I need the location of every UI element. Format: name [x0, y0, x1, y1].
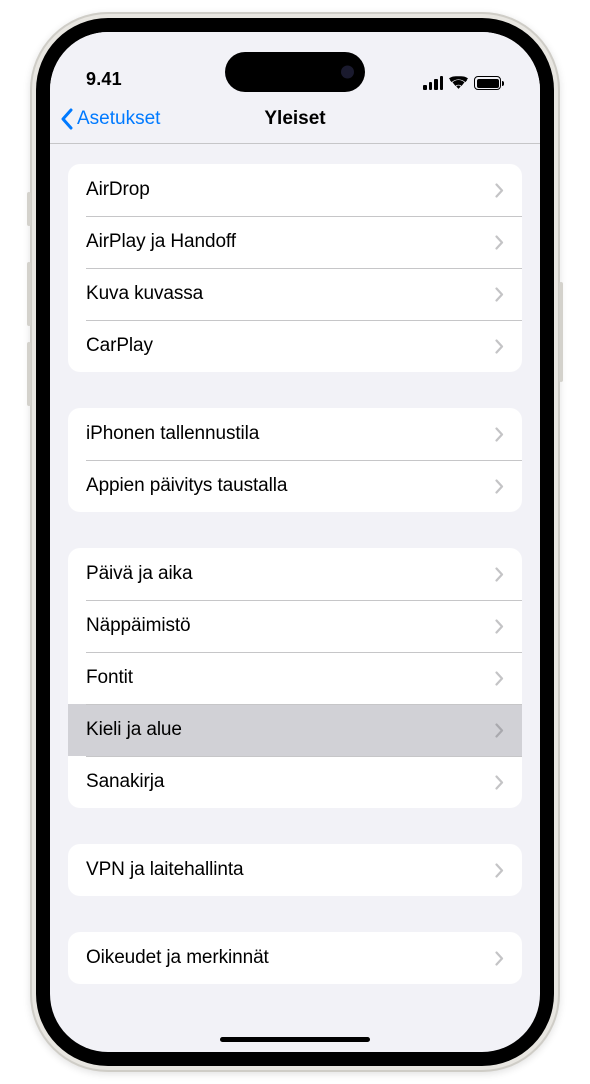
settings-row-label: CarPlay — [86, 335, 153, 357]
settings-row[interactable]: Appien päivitys taustalla — [68, 460, 522, 512]
chevron-right-icon — [495, 723, 504, 738]
status-time: 9.41 — [86, 69, 122, 90]
settings-row[interactable]: Näppäimistö — [68, 600, 522, 652]
settings-group: iPhonen tallennustila Appien päivitys tau… — [68, 408, 522, 512]
settings-row[interactable]: Sanakirja — [68, 756, 522, 808]
settings-group: AirDrop AirPlay ja Handoff Kuva kuvassa Car… — [68, 164, 522, 372]
chevron-right-icon — [495, 339, 504, 354]
settings-group: Oikeudet ja merkinnät — [68, 932, 522, 984]
front-camera-icon — [341, 66, 354, 79]
device-bezel: 9.41 — [36, 18, 554, 1066]
power-button — [559, 282, 563, 382]
battery-icon — [474, 76, 504, 90]
settings-row[interactable]: AirPlay ja Handoff — [68, 216, 522, 268]
silence-switch — [27, 192, 31, 226]
settings-row-label: AirDrop — [86, 179, 150, 201]
settings-row-label: Sanakirja — [86, 771, 164, 793]
chevron-right-icon — [495, 427, 504, 442]
chevron-right-icon — [495, 619, 504, 634]
settings-row[interactable]: Kuva kuvassa — [68, 268, 522, 320]
settings-row[interactable]: Päivä ja aika — [68, 548, 522, 600]
chevron-left-icon — [60, 108, 73, 130]
settings-row[interactable]: AirDrop — [68, 164, 522, 216]
settings-row-label: Kieli ja alue — [86, 719, 182, 741]
settings-row[interactable]: Fontit — [68, 652, 522, 704]
settings-row-label: Oikeudet ja merkinnät — [86, 947, 269, 969]
chevron-right-icon — [495, 235, 504, 250]
navigation-bar: Asetukset Yleiset — [50, 94, 540, 144]
settings-content[interactable]: AirDrop AirPlay ja Handoff Kuva kuvassa Car… — [50, 144, 540, 994]
settings-row[interactable]: Oikeudet ja merkinnät — [68, 932, 522, 984]
settings-row-label: VPN ja laitehallinta — [86, 859, 243, 881]
settings-row-label: Appien päivitys taustalla — [86, 475, 287, 497]
chevron-right-icon — [495, 671, 504, 686]
settings-row-label: Kuva kuvassa — [86, 283, 203, 305]
chevron-right-icon — [495, 567, 504, 582]
cellular-signal-icon — [423, 76, 443, 90]
chevron-right-icon — [495, 183, 504, 198]
chevron-right-icon — [495, 479, 504, 494]
chevron-right-icon — [495, 863, 504, 878]
screen: 9.41 — [50, 32, 540, 1052]
back-button[interactable]: Asetukset — [60, 108, 160, 130]
dynamic-island — [225, 52, 365, 92]
device-frame: 9.41 — [30, 12, 560, 1072]
settings-row-label: Näppäimistö — [86, 615, 191, 637]
settings-group: Päivä ja aika Näppäimistö Fontit Kieli ja a… — [68, 548, 522, 808]
settings-row[interactable]: CarPlay — [68, 320, 522, 372]
wifi-icon — [449, 76, 468, 90]
settings-row[interactable]: iPhonen tallennustila — [68, 408, 522, 460]
settings-row-label: AirPlay ja Handoff — [86, 231, 236, 253]
settings-row-label: iPhonen tallennustila — [86, 423, 259, 445]
volume-up-button — [27, 262, 31, 326]
page-title: Yleiset — [264, 108, 325, 130]
settings-row[interactable]: Kieli ja alue — [68, 704, 522, 756]
chevron-right-icon — [495, 951, 504, 966]
back-label: Asetukset — [77, 108, 160, 130]
chevron-right-icon — [495, 287, 504, 302]
chevron-right-icon — [495, 775, 504, 790]
settings-group: VPN ja laitehallinta — [68, 844, 522, 896]
home-indicator[interactable] — [220, 1037, 370, 1042]
settings-row[interactable]: VPN ja laitehallinta — [68, 844, 522, 896]
settings-row-label: Päivä ja aika — [86, 563, 192, 585]
settings-row-label: Fontit — [86, 667, 133, 689]
status-icons — [423, 76, 504, 90]
volume-down-button — [27, 342, 31, 406]
